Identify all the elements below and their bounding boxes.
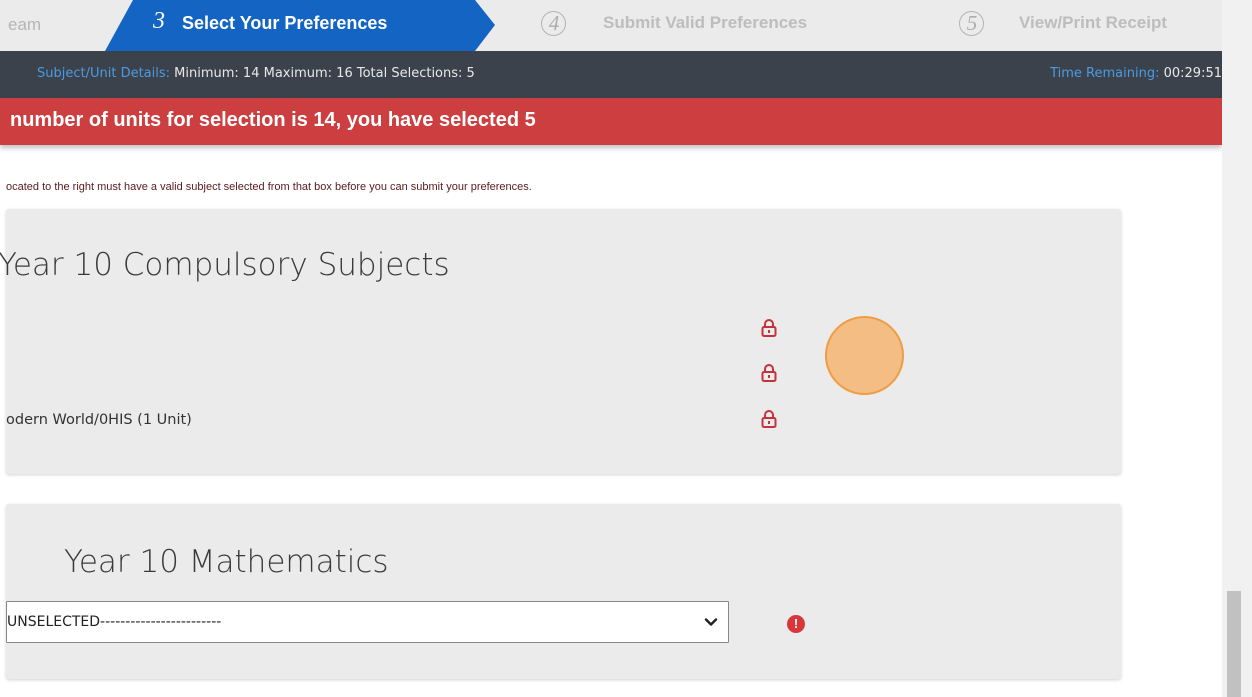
step-previous-label[interactable]: eam: [8, 15, 41, 35]
chevron-down-icon: [704, 618, 718, 626]
time-remaining-key: Time Remaining:: [1050, 66, 1160, 81]
step-5-circle: 5: [957, 9, 987, 39]
steps-bar: eam 3 Select Your Preferences 4 Submit V…: [0, 0, 1222, 51]
time-remaining-value: 00:29:51: [1163, 66, 1222, 81]
step-active-label: Select Your Preferences: [182, 13, 388, 33]
step-active-number: 3: [153, 8, 165, 34]
mathematics-panel: Year 10 Mathematics UNSELECTED----------…: [6, 504, 1121, 679]
subject-details-key: Subject/Unit Details:: [37, 66, 171, 81]
page: eam 3 Select Your Preferences 4 Submit V…: [0, 0, 1222, 697]
mathematics-select[interactable]: UNSELECTED------------------------: [6, 601, 729, 643]
selection-alert: number of units for selection is 14, you…: [0, 98, 1222, 145]
step-4-label: Submit Valid Preferences: [603, 13, 808, 32]
subject-details-value: Minimum: 14 Maximum: 16 Total Selections…: [174, 66, 475, 81]
time-remaining: Time Remaining: 00:29:51: [1050, 66, 1222, 81]
compulsory-subjects-panel: Year 10 Compulsory Subjects odern World/…: [0, 209, 1121, 474]
scrollbar-thumb[interactable]: [1227, 591, 1241, 697]
cursor-highlight: [825, 316, 904, 395]
mathematics-title: Year 10 Mathematics: [64, 544, 389, 580]
lock-icon: [761, 364, 777, 382]
mathematics-select-value: UNSELECTED------------------------: [7, 614, 222, 630]
lock-icon: [761, 319, 777, 337]
step-5-label: View/Print Receipt: [1019, 13, 1168, 32]
exclamation-circle-icon: !: [787, 615, 805, 633]
info-bar: Subject/Unit Details: Minimum: 14 Maximu…: [0, 51, 1222, 98]
step-4-circle: 4: [539, 9, 569, 39]
subject-modern-world: odern World/0HIS (1 Unit): [6, 412, 192, 428]
compulsory-subjects-title: Year 10 Compulsory Subjects: [0, 247, 450, 283]
step-select-preferences[interactable]: 3 Select Your Preferences: [105, 0, 495, 51]
subject-details: Subject/Unit Details: Minimum: 14 Maximu…: [37, 66, 475, 81]
lock-icon: [761, 410, 777, 428]
selection-alert-message: number of units for selection is 14, you…: [10, 109, 536, 131]
instruction-note: ocated to the right must have a valid su…: [6, 181, 532, 193]
